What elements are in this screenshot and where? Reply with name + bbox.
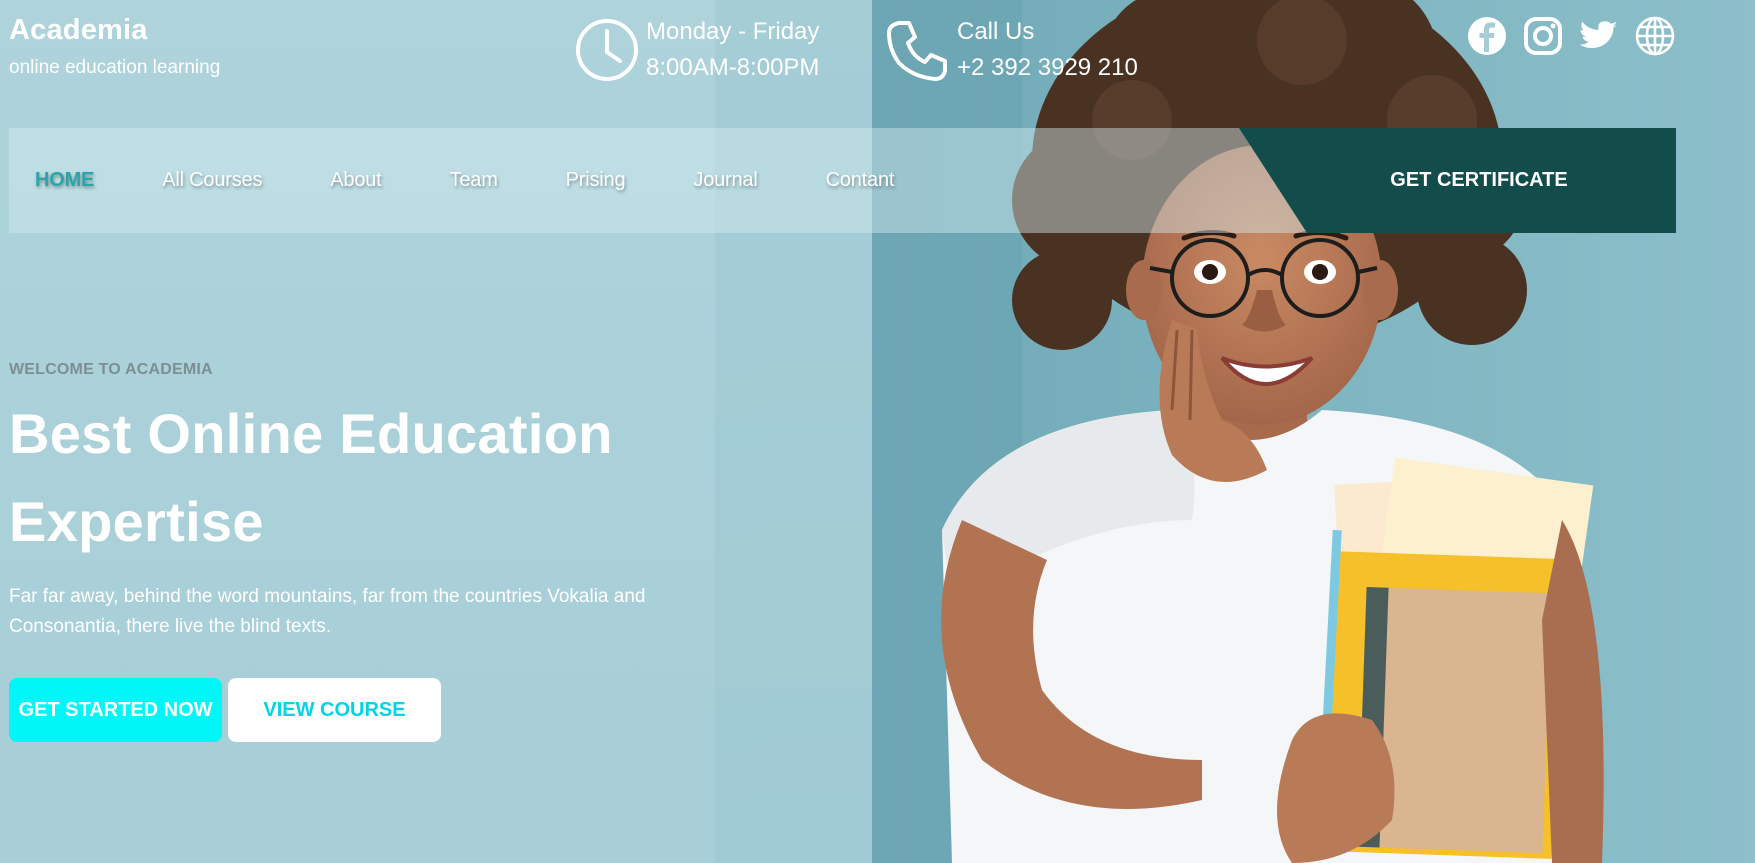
nav-item-team[interactable]: Team: [450, 169, 498, 192]
twitter-icon[interactable]: [1579, 16, 1619, 56]
nav-item-home[interactable]: HOME: [35, 169, 94, 192]
opening-hours: Monday - Friday 8:00AM-8:00PM: [574, 14, 819, 86]
view-course-button[interactable]: VIEW COURSE: [228, 678, 441, 742]
call-value[interactable]: +2 392 3929 210: [957, 50, 1138, 86]
nav-item-journal[interactable]: Journal: [693, 169, 757, 192]
facebook-icon[interactable]: [1467, 16, 1507, 56]
social-links: [1467, 16, 1675, 56]
globe-icon[interactable]: [1635, 16, 1675, 56]
hero-description: Far far away, behind the word mountains,…: [9, 586, 646, 637]
get-certificate-button[interactable]: GET CERTIFICATE: [1339, 128, 1619, 233]
brand-block: Academia online education learning: [9, 14, 220, 79]
nav-item-pricing[interactable]: Prising: [566, 169, 626, 192]
brand-tagline: online education learning: [9, 57, 221, 78]
hero-title: Best Online Education Expertise: [9, 402, 613, 553]
hours-value: 8:00AM-8:00PM: [646, 54, 820, 81]
nav-item-contact[interactable]: Contant: [826, 169, 895, 192]
call-us: Call Us +2 392 3929 210: [885, 14, 1138, 86]
hours-title: Monday - Friday: [646, 18, 820, 45]
nav-item-all-courses[interactable]: All Courses: [162, 169, 262, 192]
main-navbar: HOME All Courses About Team Prising Jour…: [9, 128, 1676, 233]
call-title: Call Us: [957, 18, 1035, 45]
nav-item-about[interactable]: About: [330, 169, 381, 192]
hero-eyebrow: WELCOME TO ACADEMIA: [9, 361, 213, 378]
get-started-button[interactable]: GET STARTED NOW: [9, 678, 222, 742]
clock-icon: [576, 19, 638, 81]
phone-icon: [887, 21, 947, 81]
brand-name[interactable]: Academia: [9, 14, 220, 47]
nav-menu: HOME All Courses About Team Prising Jour…: [35, 128, 962, 233]
instagram-icon[interactable]: [1523, 16, 1563, 56]
